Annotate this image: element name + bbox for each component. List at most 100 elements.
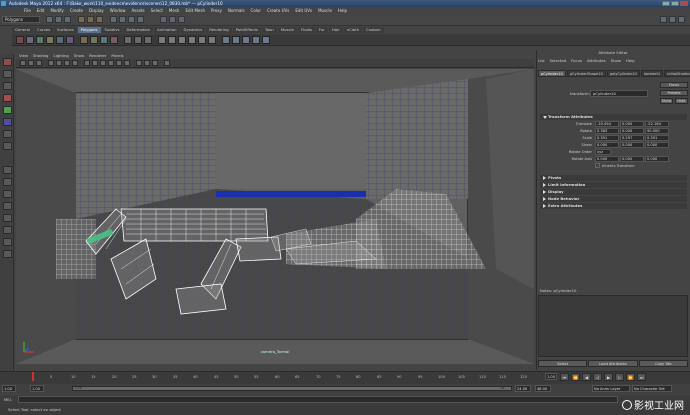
play-forwards-button[interactable]: ▶ [604,373,613,381]
cylindrical-mapping-icon[interactable] [232,36,240,44]
scale-tool-icon[interactable] [3,118,12,126]
poly-plane-icon[interactable] [56,36,64,44]
character-set-dropdown[interactable]: No Character Set [632,385,672,392]
four-view-layout-icon[interactable] [3,178,12,186]
manipulator-tool-icon[interactable] [3,130,12,138]
save-scene-icon[interactable] [64,16,71,23]
lasso-tool-icon[interactable] [3,70,12,78]
menu-create-uvs[interactable]: Create UVs [267,7,289,14]
boolean-union-icon[interactable] [124,36,132,44]
copy-tab-button[interactable]: Copy Tab [638,360,688,367]
graph-editor-layout-icon[interactable] [3,250,12,258]
tab-curves[interactable]: Curves [33,27,54,33]
show-button[interactable]: Show [660,98,673,104]
snap-point-icon[interactable] [128,16,135,23]
menu-mesh[interactable]: Mesh [169,7,180,14]
tab-surfaces[interactable]: Surfaces [54,27,77,33]
scale-z-field[interactable]: 0.391 [645,135,669,141]
step-back-frame-button[interactable]: ◀ [582,373,591,381]
range-slider[interactable] [72,386,512,391]
ae-tab-transform[interactable]: pCylinder10 [538,70,566,77]
menu-display[interactable]: Display [89,7,104,14]
split-polygon-icon[interactable] [188,36,196,44]
menu-window[interactable]: Window [110,7,126,14]
rotate-axis-z-field[interactable]: 0.000 [645,156,669,162]
insert-edge-loop-icon[interactable] [198,36,206,44]
animation-end-field[interactable]: 48.00 [535,385,551,392]
ae-tab-material[interactable]: lambert1 [640,70,664,77]
select-object-icon[interactable] [87,16,94,23]
poly-cone-icon[interactable] [46,36,54,44]
rotate-axis-x-field[interactable]: 0.000 [595,156,619,162]
tab-fur[interactable]: Fur [315,27,328,33]
focus-button[interactable]: Focus [660,82,688,88]
separate-icon[interactable] [90,36,98,44]
uv-editor-layout-icon[interactable] [3,238,12,246]
menu-help[interactable]: Help [338,7,347,14]
smooth-shade-icon[interactable] [92,60,98,66]
show-attribute-editor-icon[interactable] [660,16,667,23]
hide-button[interactable]: Hide [675,98,688,104]
anim-layer-dropdown[interactable]: No Anim Layer [592,385,630,392]
tab-custom[interactable]: Custom [363,27,384,33]
scale-x-field[interactable]: 0.391 [595,135,619,141]
tab-ncloth[interactable]: nCloth [343,27,363,33]
step-back-key-button[interactable]: ⏪ [571,373,580,381]
bridge-icon[interactable] [168,36,176,44]
play-backwards-button[interactable]: ◁ [593,373,602,381]
menu-set-dropdown[interactable]: Polygons [2,16,40,23]
hypershade-layout-icon[interactable] [3,214,12,222]
outliner-layout-icon[interactable] [3,226,12,234]
tab-general[interactable]: General [12,27,33,33]
tab-hair[interactable]: Hair [328,27,343,33]
mel-label[interactable]: MEL [4,397,12,402]
rotate-y-field[interactable]: 0.000 [620,128,644,134]
viewport-menu-view[interactable]: View [19,52,28,59]
persp-outliner-layout-icon[interactable] [3,190,12,198]
ae-menu-focus[interactable]: Focus [571,57,582,64]
move-tool-icon[interactable] [3,94,12,102]
ae-tab-shape[interactable]: pCylinderShape10 [566,70,606,77]
resolution-gate-icon[interactable] [72,60,78,66]
poly-torus-icon[interactable] [66,36,74,44]
snap-surface-icon[interactable] [137,16,144,23]
go-to-start-button[interactable]: ⏮ [560,373,569,381]
translate-x-field[interactable]: -35.494 [595,121,619,127]
poly-cylinder-icon[interactable] [36,36,44,44]
menu-muscle[interactable]: Muscle [318,7,332,14]
viewport-menu-lighting[interactable]: Lighting [53,52,68,59]
maximize-button[interactable] [671,1,679,6]
select-hierarchy-icon[interactable] [78,16,85,23]
command-input[interactable] [18,396,618,403]
persp-graph-layout-icon[interactable] [3,202,12,210]
textured-icon[interactable] [108,60,114,66]
tab-deformation[interactable]: Deformation [123,27,154,33]
extrude-icon[interactable] [158,36,166,44]
select-component-icon[interactable] [96,16,103,23]
shear-z-field[interactable]: 0.000 [645,142,669,148]
minimize-button[interactable] [662,1,670,6]
ae-tab-history[interactable]: polyCylinder10 [606,70,640,77]
translate-z-field[interactable]: -52.164 [645,121,669,127]
rotate-order-dropdown[interactable]: xyz [595,149,611,155]
scale-y-field[interactable]: 0.297 [620,135,644,141]
go-to-end-button[interactable]: ⏭ [637,373,646,381]
transform-name-field[interactable]: pCylinder10 [590,90,648,97]
tab-rendering[interactable]: Rendering [206,27,232,33]
show-tool-settings-icon[interactable] [669,16,676,23]
menu-file[interactable]: File [24,7,31,14]
translate-y-field[interactable]: 0.000 [620,121,644,127]
limit-information-section[interactable]: Limit Information [540,182,687,188]
tab-polygons[interactable]: Polygons [77,27,101,33]
transform-attributes-section[interactable]: Transform Attributes [540,114,687,120]
rotate-x-field[interactable]: 0.363 [595,128,619,134]
rotate-tool-icon[interactable] [3,106,12,114]
extra-attributes-section[interactable]: Extra Attributes [540,203,687,209]
select-camera-icon[interactable] [20,60,26,66]
wireframe-icon[interactable] [84,60,90,66]
new-scene-icon[interactable] [46,16,53,23]
show-channel-box-icon[interactable] [678,16,685,23]
offset-edge-loop-icon[interactable] [208,36,216,44]
camera-attributes-icon[interactable] [28,60,34,66]
menu-edit[interactable]: Edit [37,7,45,14]
